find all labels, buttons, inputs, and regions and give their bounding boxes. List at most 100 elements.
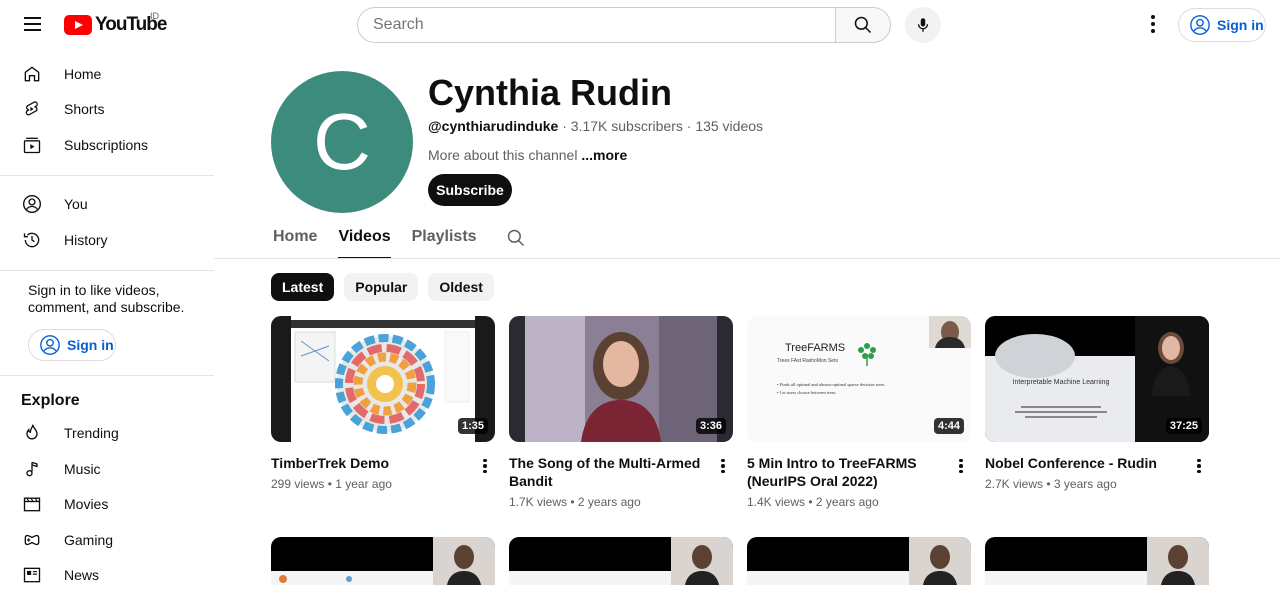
video-age: 2 years ago [578, 495, 641, 509]
channel-search-button[interactable] [506, 222, 526, 259]
video-age: 1 year ago [335, 477, 392, 491]
sidebar-item-gaming[interactable]: Gaming [0, 522, 214, 558]
sidebar-item-label: You [64, 196, 88, 212]
thumbnail-image [271, 537, 495, 585]
video-title[interactable]: 5 Min Intro to TreeFARMS (NeurIPS Oral 2… [747, 454, 971, 490]
subscribe-button[interactable]: Subscribe [428, 174, 512, 206]
channel-handle: @cynthiarudinduke [428, 118, 558, 134]
video-duration: 4:44 [934, 418, 964, 434]
sidebar-item-subscriptions[interactable]: Subscriptions [0, 127, 214, 163]
settings-more-button[interactable] [1141, 12, 1165, 36]
video-meta: 1.7K views • 2 years ago [509, 495, 733, 509]
video-thumbnail[interactable]: TreeFARMS Trees FAst RashoMon Sets • Fin… [747, 316, 971, 442]
sidebar-sign-in-button[interactable]: Sign in [28, 329, 116, 361]
video-menu-button[interactable] [477, 456, 493, 476]
sidebar-item-history[interactable]: History [0, 222, 214, 258]
video-card[interactable]: 3:36 The Song of the Multi-Armed Bandit … [509, 316, 733, 509]
video-title[interactable]: The Song of the Multi-Armed Bandit [509, 454, 733, 490]
sidebar-divider [0, 375, 214, 376]
slide-subtitle: Trees FAst RashoMon Sets [777, 358, 838, 364]
video-views: 299 views [271, 477, 324, 491]
video-thumbnail[interactable]: 3:36 [509, 316, 733, 442]
chip-popular[interactable]: Popular [344, 273, 418, 301]
gaming-icon [22, 530, 42, 550]
slide-bullet: • Let users choose between trees. [777, 390, 837, 395]
video-duration: 3:36 [696, 418, 726, 434]
chip-oldest[interactable]: Oldest [428, 273, 494, 301]
microphone-icon [914, 16, 932, 34]
history-icon [22, 230, 42, 250]
music-icon [22, 459, 42, 479]
sign-in-label: Sign in [1217, 17, 1264, 33]
video-card[interactable]: 1:35 TimberTrek Demo 299 views • 1 year … [271, 316, 495, 491]
thumbnail-image [985, 537, 1209, 585]
guide-menu-button[interactable] [16, 8, 48, 40]
trending-icon [22, 423, 42, 443]
sidebar-item-home[interactable]: Home [0, 56, 214, 92]
video-count: 135 videos [695, 118, 763, 134]
video-thumbnail[interactable]: Interpretable Machine Learning 37:25 [985, 316, 1209, 442]
tab-playlists[interactable]: Playlists [412, 222, 477, 259]
channel-about[interactable]: More about this channel ...more [428, 147, 627, 163]
video-meta: 299 views • 1 year ago [271, 477, 495, 491]
sidebar-item-you[interactable]: You [0, 187, 214, 223]
video-menu-button[interactable] [715, 456, 731, 476]
sidebar-item-label: Trending [64, 425, 119, 441]
news-icon [22, 565, 42, 585]
video-duration: 1:35 [458, 418, 488, 434]
video-menu-button[interactable] [953, 456, 969, 476]
home-icon [22, 64, 42, 84]
sidebar-item-music[interactable]: Music [0, 451, 214, 487]
video-title[interactable]: TimberTrek Demo [271, 454, 495, 472]
tab-home[interactable]: Home [273, 222, 317, 259]
video-card[interactable]: Interpretable Machine Learning 37:25 Nob… [985, 316, 1209, 491]
sidebar-item-label: News [64, 567, 99, 583]
sidebar-item-news[interactable]: News [0, 558, 214, 593]
channel-avatar: C [271, 71, 413, 213]
slide-title: TreeFARMS [785, 342, 845, 354]
video-thumbnail[interactable] [271, 537, 495, 585]
sidebar-divider [0, 175, 214, 176]
sidebar-item-shorts[interactable]: Shorts [0, 92, 214, 128]
youtube-play-icon [64, 15, 92, 35]
slide-bullet: • Finds all optimal and almost-optimal s… [777, 382, 885, 387]
account-icon [1189, 14, 1211, 36]
account-icon [22, 194, 42, 214]
video-meta: 2.7K views • 3 years ago [985, 477, 1209, 491]
separator: · [562, 118, 571, 134]
video-duration: 37:25 [1166, 418, 1202, 434]
video-meta: 1.4K views • 2 years ago [747, 495, 971, 509]
search-button[interactable] [835, 7, 891, 43]
video-thumbnail[interactable] [985, 537, 1209, 585]
sidebar-item-trending[interactable]: Trending [0, 416, 214, 452]
search-icon [853, 15, 873, 35]
video-thumbnail[interactable]: 1:35 [271, 316, 495, 442]
sidebar-item-label: History [64, 232, 108, 248]
about-text: More about this channel [428, 147, 577, 163]
tabs-divider [214, 258, 1280, 259]
video-thumbnail[interactable] [509, 537, 733, 585]
search-bar [357, 7, 891, 43]
about-more-link[interactable]: ...more [581, 147, 627, 163]
shorts-icon [22, 99, 42, 119]
tab-videos[interactable]: Videos [338, 222, 390, 259]
sign-in-prompt: Sign in to like videos, comment, and sub… [0, 282, 214, 316]
sidebar-item-movies[interactable]: Movies [0, 487, 214, 523]
chip-latest[interactable]: Latest [271, 273, 334, 301]
video-thumbnail[interactable] [747, 537, 971, 585]
video-views: 2.7K views [985, 477, 1043, 491]
voice-search-button[interactable] [905, 7, 941, 43]
search-input[interactable] [373, 16, 835, 34]
slide-title: Interpretable Machine Learning [1011, 378, 1111, 388]
sidebar-item-label: Movies [64, 496, 108, 512]
video-views: 1.4K views [747, 495, 805, 509]
thumbnail-image [747, 537, 971, 585]
video-menu-button[interactable] [1191, 456, 1207, 476]
sidebar: Home Shorts Subscriptions You History Si… [0, 56, 214, 593]
video-title[interactable]: Nobel Conference - Rudin [985, 454, 1209, 472]
sign-in-label: Sign in [67, 337, 114, 353]
sign-in-button[interactable]: Sign in [1178, 8, 1266, 42]
video-card[interactable]: TreeFARMS Trees FAst RashoMon Sets • Fin… [747, 316, 971, 509]
movies-icon [22, 494, 42, 514]
sidebar-item-label: Shorts [64, 101, 104, 117]
